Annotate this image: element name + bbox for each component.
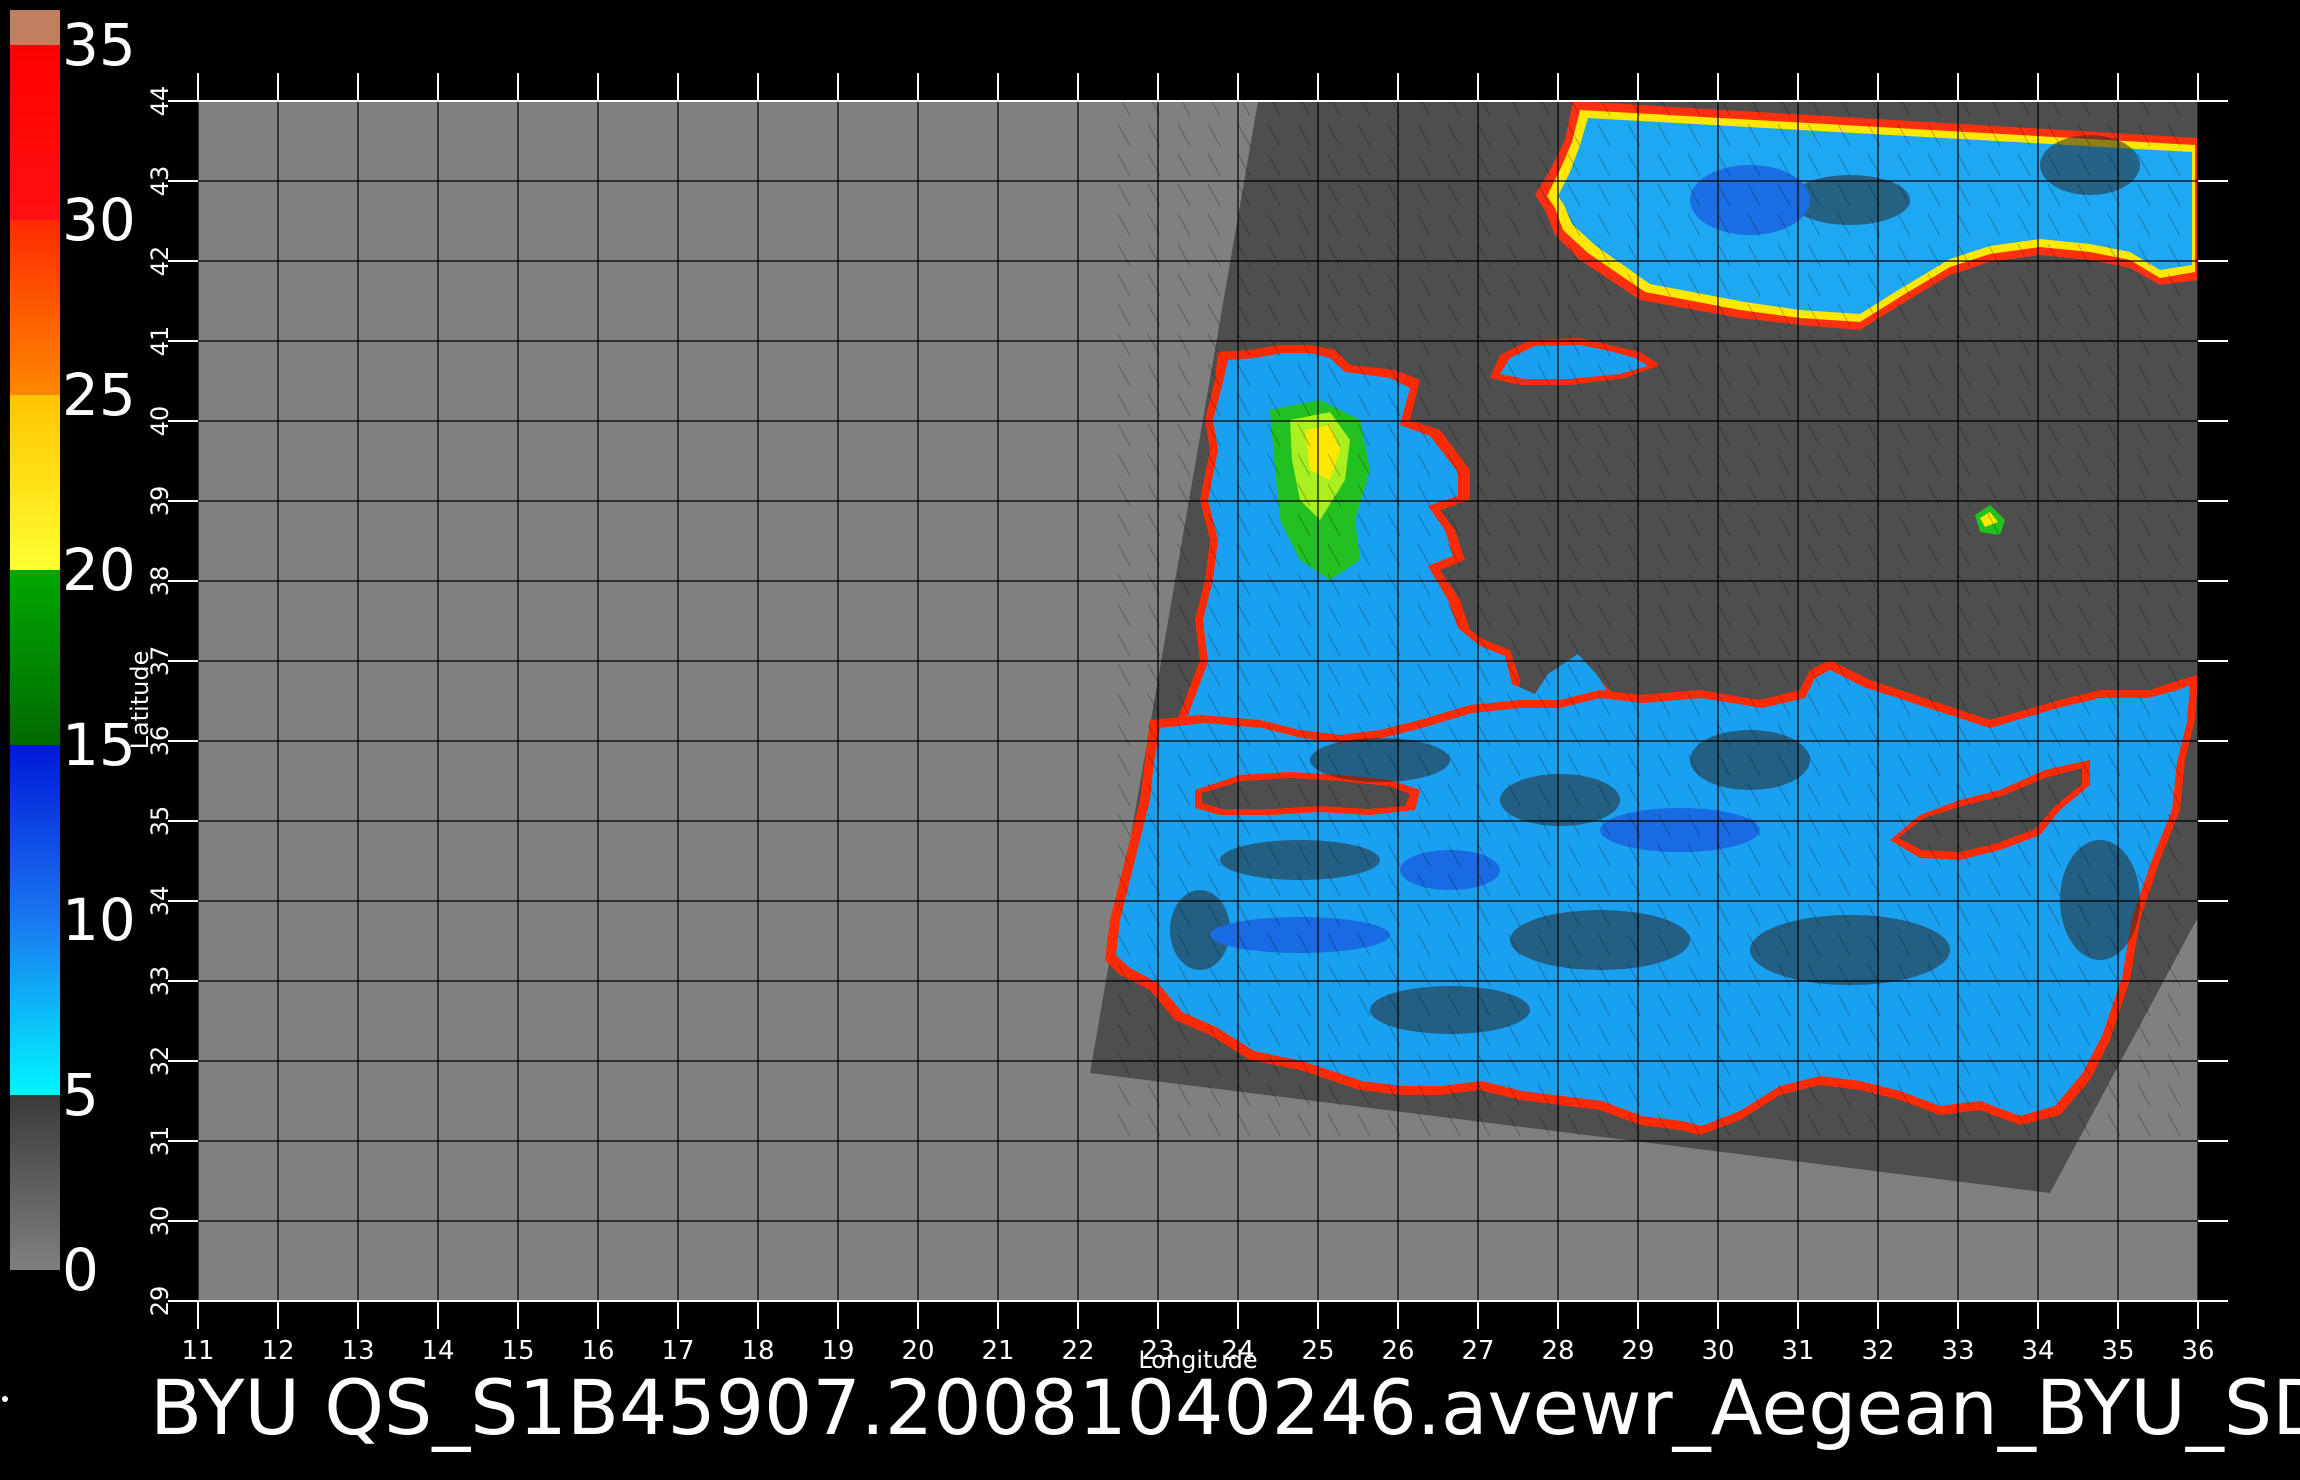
colorbar-segment: [10, 745, 60, 920]
lat-tick-label: 42: [146, 246, 174, 277]
colorbar-label: 15: [62, 711, 136, 779]
wind-speed-colorbar: [10, 10, 60, 1270]
lat-tick-label: 41: [146, 326, 174, 357]
lon-tick-label: 12: [261, 1336, 294, 1366]
lat-tick-label: 38: [146, 566, 174, 597]
colorbar-label: 20: [62, 536, 136, 604]
lon-tick-label: 21: [981, 1336, 1014, 1366]
lon-tick-label: 32: [1861, 1336, 1894, 1366]
lon-tick-label: 29: [1621, 1336, 1654, 1366]
lon-tick-label: 36: [2181, 1336, 2214, 1366]
colorbar-label: 35: [62, 11, 136, 79]
lat-tick-label: 29: [146, 1286, 174, 1317]
lat-tick-label: 30: [146, 1206, 174, 1237]
colorbar-label: 30: [62, 186, 136, 254]
colorbar-segment: [10, 45, 60, 220]
lat-tick-label: 34: [146, 886, 174, 917]
lon-tick-label: 31: [1781, 1336, 1814, 1366]
lon-tick-label: 16: [581, 1336, 614, 1366]
lon-tick-label: 14: [421, 1336, 454, 1366]
lon-tick-label: 17: [661, 1336, 694, 1366]
lat-tick-label: 32: [146, 1046, 174, 1077]
lon-tick-label: 35: [2101, 1336, 2134, 1366]
colorbar-segment: [10, 920, 60, 1095]
lon-tick-label: 13: [341, 1336, 374, 1366]
lat-tick-label: 43: [146, 166, 174, 197]
colorbar-segment: [10, 220, 60, 395]
lon-tick-label: 18: [741, 1336, 774, 1366]
lat-tick-label: 39: [146, 486, 174, 517]
lon-tick-label: 30: [1701, 1336, 1734, 1366]
lat-tick-label: 35: [146, 806, 174, 837]
lon-tick-label: 28: [1541, 1336, 1574, 1366]
lon-tick-label: 27: [1461, 1336, 1494, 1366]
lat-tick-label: 31: [146, 1126, 174, 1157]
image-caption: BYU QS_S1B45907.20081040246.avewr_Aegean…: [150, 1363, 2300, 1452]
wind-vector-overlay: [1100, 101, 2198, 1141]
lat-tick-label: 40: [146, 406, 174, 437]
lon-tick-label: 25: [1301, 1336, 1334, 1366]
lat-tick-label: 33: [146, 966, 174, 997]
lon-tick-label: 34: [2021, 1336, 2054, 1366]
lon-tick-label: 15: [501, 1336, 534, 1366]
lon-tick-label: 19: [821, 1336, 854, 1366]
map-plot-area: 11 12 13 14 15 16 17 18 19 20 21 22 23 24 25 26 27 28 29 30…: [126, 73, 2228, 1374]
lon-tick-label: 33: [1941, 1336, 1974, 1366]
colorbar-label: 0: [62, 1236, 99, 1304]
edge-marker: [2, 1396, 8, 1402]
lon-tick-label: 22: [1061, 1336, 1094, 1366]
lon-tick-label: 26: [1381, 1336, 1414, 1366]
colorbar-label: 5: [62, 1061, 99, 1129]
wind-speed-map-figure: 11 12 13 14 15 16 17 18 19 20 21 22 23 24 25 26 27 28 29 30…: [10, 10, 2228, 1374]
colorbar-segment: [10, 395, 60, 570]
lon-tick-label: 20: [901, 1336, 934, 1366]
colorbar-segment: [10, 10, 60, 45]
lat-tick-label: 44: [146, 86, 174, 117]
lon-tick-label: 11: [181, 1336, 214, 1366]
colorbar-label: 25: [62, 361, 136, 429]
colorbar-segment: [10, 570, 60, 745]
colorbar-segment: [10, 1095, 60, 1270]
colorbar-label: 10: [62, 886, 136, 954]
